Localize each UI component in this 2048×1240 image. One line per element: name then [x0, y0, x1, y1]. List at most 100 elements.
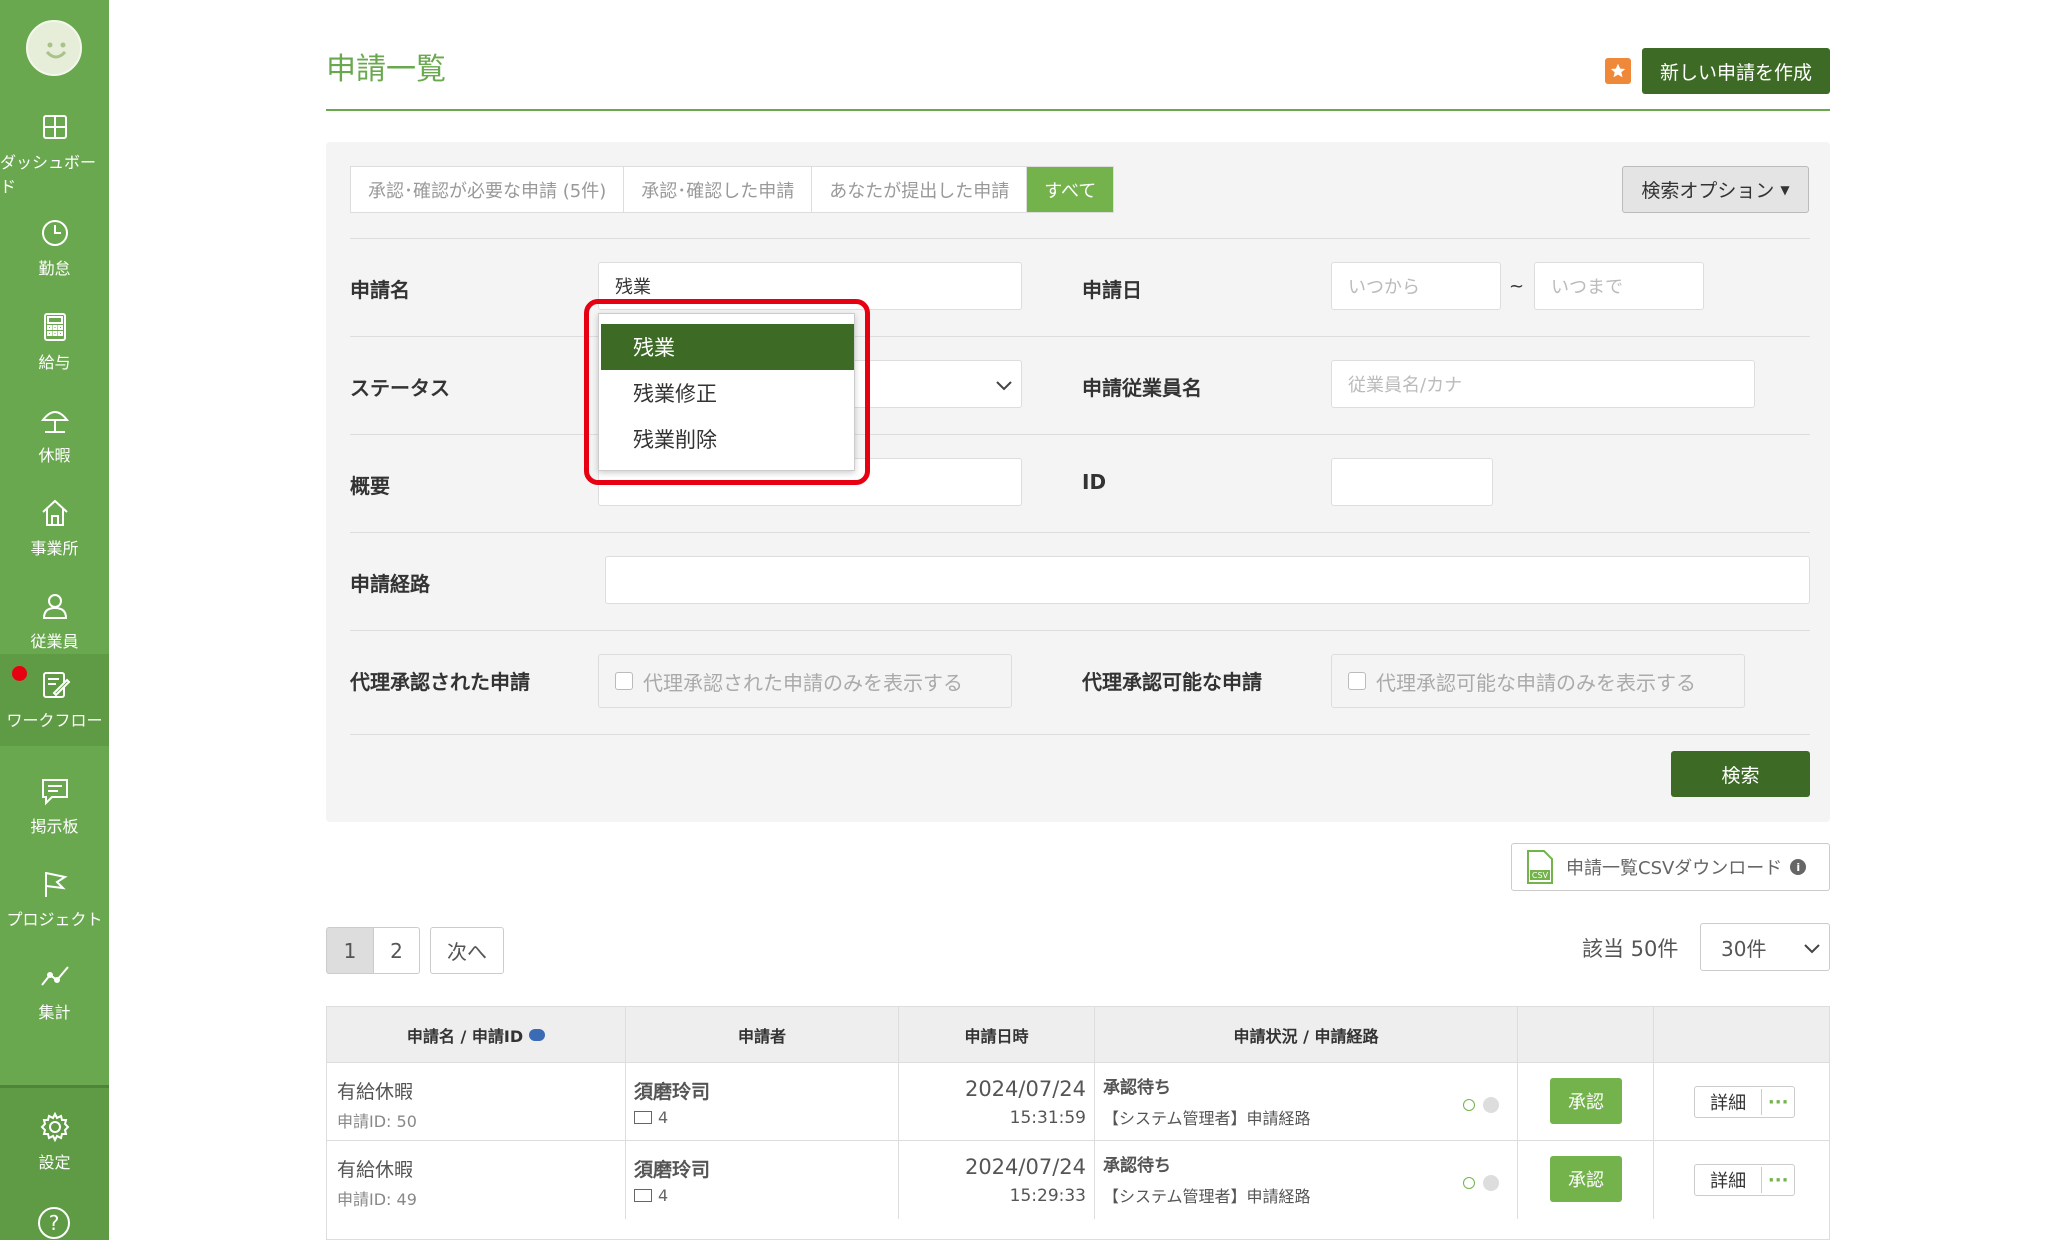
summary-label: 概要: [350, 474, 390, 498]
name-autocomplete-dropdown: 残業 残業修正 残業削除: [598, 313, 855, 471]
employee-input[interactable]: 従業員名/カナ: [1331, 360, 1755, 408]
proxy-possible-checkbox[interactable]: 代理承認可能な申請のみを表示する: [1331, 654, 1745, 708]
date-from-input[interactable]: いつから: [1331, 262, 1501, 310]
row-status: 承認待ち: [1103, 1078, 1171, 1098]
checkbox-box: [615, 672, 633, 690]
help-icon[interactable]: ?: [38, 1207, 70, 1239]
sidebar-item-office[interactable]: 事業所: [0, 482, 109, 574]
search-options-button[interactable]: 検索オプション ▼: [1622, 166, 1809, 213]
row-date: 2024/07/24: [964, 1077, 1086, 1101]
dropdown-option[interactable]: 残業修正: [601, 370, 854, 416]
home-icon: [41, 499, 68, 526]
per-page-select[interactable]: 30件: [1700, 923, 1830, 971]
sidebar-item-attendance[interactable]: 勤怠: [0, 202, 109, 294]
date-to-input[interactable]: いつまで: [1534, 262, 1704, 310]
pagination: 1 2 次へ: [326, 927, 504, 974]
divider: [350, 238, 1810, 239]
sidebar-item-settings[interactable]: 設定: [0, 1096, 109, 1188]
sidebar-item-stats[interactable]: 集計: [0, 946, 109, 1038]
sidebar-item-label: 給与: [38, 353, 71, 372]
sidebar-item-dashboard[interactable]: ダッシュボード: [0, 108, 109, 200]
sidebar-item-label: ダッシュボード: [0, 153, 97, 196]
row-status: 承認待ち: [1103, 1156, 1171, 1176]
route-label: 申請経路: [350, 572, 430, 596]
employee-badge: 4: [634, 1186, 668, 1205]
cell-status: 承認待ち 【システム管理者】申請経路: [1095, 1063, 1518, 1141]
proxy-possible-check-label: 代理承認可能な申請のみを表示する: [1376, 670, 1696, 695]
dropdown-option[interactable]: 残業: [601, 324, 854, 370]
detail-button[interactable]: 詳細: [1695, 1089, 1763, 1115]
employee-label: 申請従業員名: [1082, 376, 1202, 400]
sidebar-item-workflow[interactable]: ワークフロー: [0, 654, 109, 746]
page-2-button[interactable]: 2: [374, 927, 420, 974]
flag-icon: [44, 872, 68, 897]
route-input[interactable]: [605, 556, 1810, 604]
row-date: 2024/07/24: [964, 1155, 1086, 1179]
badge-number: 4: [658, 1108, 669, 1127]
cell-name: 有給休暇 申請ID: 50: [327, 1063, 626, 1141]
row-applicant[interactable]: 須磨玲司: [634, 1077, 710, 1104]
detail-button[interactable]: 詳細: [1695, 1167, 1763, 1193]
route-step-done-icon: [1463, 1099, 1475, 1111]
detail-button-group: 詳細 ···: [1694, 1086, 1795, 1118]
th-label: 申請名 / 申請ID: [406, 1026, 524, 1046]
row-time: 15:31:59: [1009, 1108, 1086, 1128]
beach-umbrella-icon: [40, 411, 69, 433]
page-1-button[interactable]: 1: [326, 927, 374, 974]
tab-approved[interactable]: 承認･確認した申請: [624, 167, 813, 212]
cell-date: 2024/07/24 15:29:33: [899, 1141, 1095, 1219]
proxy-approved-checkbox[interactable]: 代理承認された申請のみを表示する: [598, 654, 1012, 708]
date-from-placeholder: いつから: [1348, 277, 1420, 298]
logo-smiley-icon[interactable]: [26, 20, 82, 76]
proxy-approved-label: 代理承認された申請: [350, 670, 530, 694]
new-application-button[interactable]: 新しい申請を作成: [1642, 48, 1830, 94]
applications-table: 申請名 / 申請ID 申請者 申請日時 申請状況 / 申請経路 有給休暇 申請I…: [326, 1006, 1830, 1240]
more-options-icon[interactable]: ···: [1762, 1170, 1794, 1191]
sidebar-item-label: 集計: [38, 1003, 71, 1022]
divider: [350, 532, 1810, 533]
id-input[interactable]: [1331, 458, 1493, 506]
th-approve: [1518, 1007, 1654, 1062]
search-button[interactable]: 検索: [1671, 751, 1810, 797]
csv-download-button[interactable]: CSV 申請一覧CSVダウンロード i: [1511, 843, 1830, 891]
tab-all[interactable]: すべて: [1027, 167, 1114, 212]
workflow-icon: [42, 672, 70, 698]
employee-badge: 4: [634, 1108, 668, 1127]
sidebar-item-label: 従業員: [30, 632, 79, 651]
result-count: 該当 50件: [1582, 937, 1679, 961]
route-step-done-icon: [1463, 1177, 1475, 1189]
dropdown-option[interactable]: 残業削除: [601, 416, 854, 462]
per-page-value: 30件: [1721, 936, 1767, 961]
clock-icon: [41, 220, 68, 246]
sidebar-item-board[interactable]: 掲示板: [0, 760, 109, 852]
tab-needs-approval[interactable]: 承認･確認が必要な申請 (5件): [351, 167, 625, 212]
status-label: ステータス: [350, 376, 450, 400]
row-id: 申請ID: 49: [337, 1190, 417, 1209]
sidebar-item-label: 設定: [38, 1153, 71, 1172]
sidebar-item-payroll[interactable]: 給与: [0, 296, 109, 388]
next-page-button[interactable]: 次へ: [430, 927, 504, 974]
cell-name: 有給休暇 申請ID: 49: [327, 1141, 626, 1219]
table-row: 有給休暇 申請ID: 49 須磨玲司 4 2024/07/24 15:29:33…: [327, 1140, 1829, 1219]
route-step-pending-icon: [1483, 1097, 1499, 1113]
approve-button[interactable]: 承認: [1550, 1156, 1622, 1202]
name-input-value: 残業: [615, 277, 651, 298]
employee-placeholder: 従業員名/カナ: [1348, 375, 1463, 396]
divider: [350, 630, 1810, 631]
row-applicant[interactable]: 須磨玲司: [634, 1155, 710, 1182]
chart-line-icon: [40, 966, 69, 986]
sidebar-item-project[interactable]: プロジェクト: [0, 853, 109, 945]
search-panel: 承認･確認が必要な申請 (5件) 承認･確認した申請 あなたが提出した申請 すべ…: [326, 142, 1830, 822]
info-icon[interactable]: i: [1790, 859, 1807, 875]
sidebar-item-label: 事業所: [30, 539, 79, 558]
badge-number: 4: [658, 1186, 669, 1205]
tab-submitted[interactable]: あなたが提出した申請: [812, 167, 1028, 212]
row-name: 有給休暇: [337, 1159, 414, 1181]
more-options-icon[interactable]: ···: [1762, 1092, 1794, 1113]
favorite-star-icon[interactable]: [1605, 58, 1631, 84]
id-label: ID: [1082, 470, 1107, 494]
sidebar-item-leave[interactable]: 休暇: [0, 389, 109, 481]
row-time: 15:29:33: [1009, 1186, 1086, 1206]
chevron-down-icon: [996, 381, 1012, 391]
approve-button[interactable]: 承認: [1550, 1078, 1622, 1124]
